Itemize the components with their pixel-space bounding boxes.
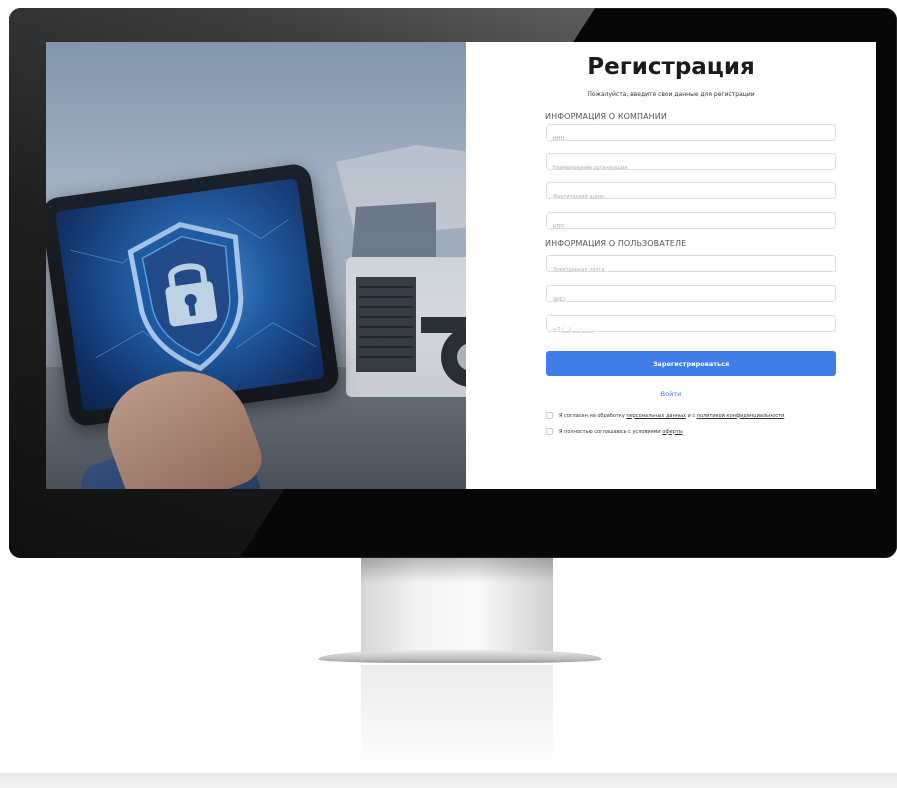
personal-data-consent: Я согласен на обработку персональных дан…	[546, 412, 784, 419]
photo-tint	[46, 42, 466, 489]
address-field[interactable]	[546, 182, 836, 205]
offer-text: Я полностью соглашаюсь с условиями оферт…	[559, 429, 683, 435]
personal-data-checkbox[interactable]	[546, 412, 553, 419]
phone-field[interactable]	[546, 315, 836, 338]
fio-input[interactable]	[547, 292, 835, 308]
registration-form: Регистрация Пожалуйста, введите свои дан…	[466, 42, 876, 489]
monitor-frame: Регистрация Пожалуйста, введите свои дан…	[9, 8, 897, 558]
kpp-field[interactable]	[546, 212, 836, 235]
offer-consent: Я полностью соглашаюсь с условиями оферт…	[546, 428, 683, 435]
page-subtitle: Пожалуйста, введите свои данные для реги…	[587, 91, 755, 98]
stand-shadow	[361, 558, 553, 583]
user-section-heading: ИНФОРМАЦИЯ О ПОЛЬЗОВАТЕЛЕ	[545, 239, 687, 248]
consent-prefix: Я согласен на обработку	[559, 412, 625, 419]
offer-link[interactable]: оферты	[662, 429, 682, 435]
personal-data-link[interactable]: персональных данных	[626, 413, 686, 419]
inn-input[interactable]	[547, 131, 835, 147]
floor-surface	[0, 773, 897, 788]
kpp-input[interactable]	[547, 219, 835, 235]
email-field[interactable]	[546, 255, 836, 278]
privacy-policy-link[interactable]: политикой конфиденциальности	[697, 413, 785, 419]
phone-input[interactable]	[547, 322, 835, 338]
offer-checkbox[interactable]	[546, 428, 553, 435]
screen: Регистрация Пожалуйста, введите свои дан…	[46, 42, 876, 489]
register-button[interactable]: Зарегистрироваться	[546, 351, 836, 376]
org-name-input[interactable]	[547, 160, 835, 176]
page-title: Регистрация	[587, 54, 755, 80]
consent-text: Я согласен на обработку персональных дан…	[559, 413, 784, 419]
consent-middle: и с	[687, 412, 696, 419]
email-input[interactable]	[547, 262, 835, 278]
address-input[interactable]	[547, 189, 835, 205]
offer-prefix: Я полностью соглашаюсь с условиями	[559, 428, 661, 435]
stand-reflection	[361, 665, 553, 775]
inn-field[interactable]	[546, 124, 836, 147]
monitor-stand-base	[318, 650, 602, 663]
login-link[interactable]: Войти	[466, 390, 876, 398]
company-section-heading: ИНФОРМАЦИЯ О КОМПАНИИ	[545, 112, 667, 121]
fio-field[interactable]	[546, 285, 836, 308]
org-name-field[interactable]	[546, 153, 836, 176]
hero-photo	[46, 42, 466, 489]
